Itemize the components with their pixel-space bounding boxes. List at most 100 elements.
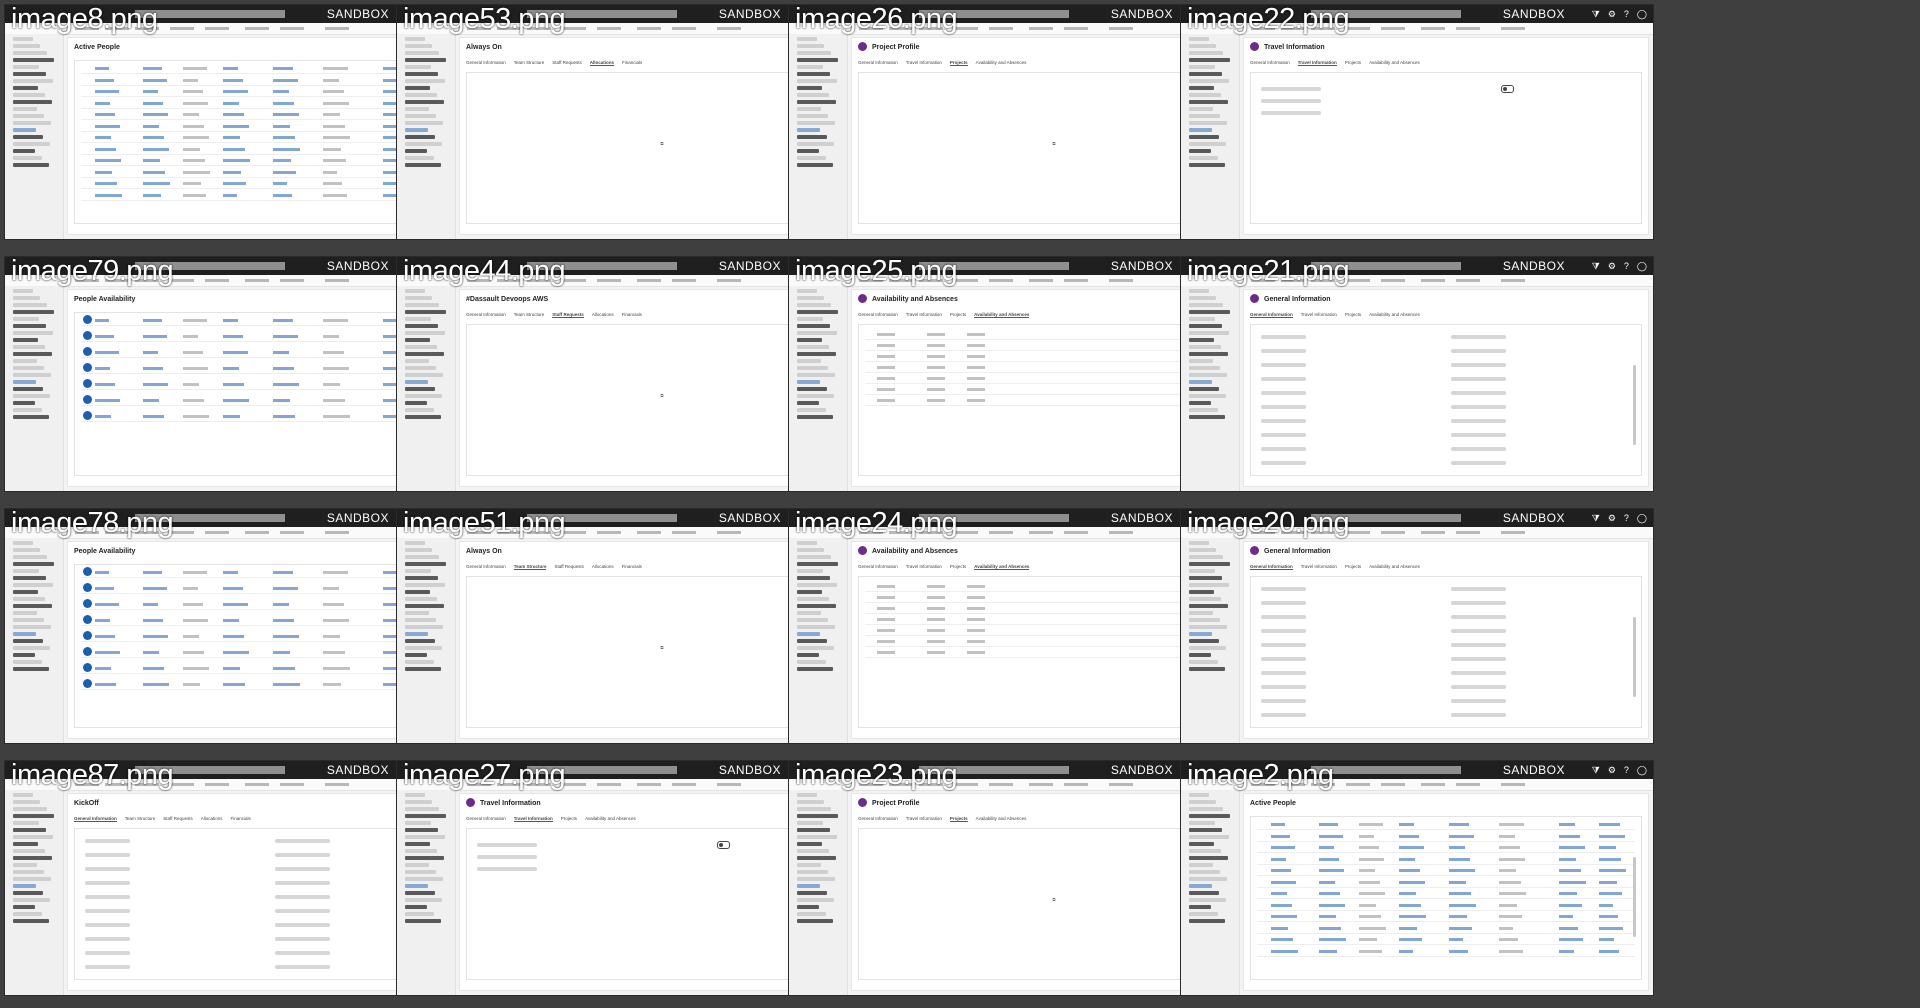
form-field[interactable] [275, 965, 330, 969]
nav-item[interactable] [797, 807, 831, 811]
nav-item[interactable] [797, 65, 823, 69]
command-button[interactable] [1456, 27, 1480, 30]
command-button[interactable] [325, 279, 349, 282]
command-button[interactable] [717, 279, 741, 282]
form-field[interactable] [1451, 433, 1506, 437]
nav-item[interactable] [797, 884, 820, 888]
tab-item[interactable]: Financials [622, 312, 642, 318]
nav-item[interactable] [797, 408, 826, 412]
nav-item[interactable] [1189, 345, 1221, 349]
nav-item[interactable] [797, 555, 831, 559]
form-field[interactable] [1451, 447, 1506, 451]
nav-item[interactable] [13, 877, 51, 881]
nav-item[interactable] [13, 324, 46, 328]
nav-item[interactable] [1189, 576, 1222, 580]
nav-item[interactable] [797, 44, 824, 48]
nav-item[interactable] [1189, 667, 1225, 671]
nationality-field[interactable] [477, 867, 537, 871]
command-button[interactable] [1109, 531, 1133, 534]
command-button[interactable] [245, 783, 269, 786]
command-button[interactable] [637, 279, 661, 282]
nav-item[interactable] [405, 51, 439, 55]
nav-item[interactable] [405, 324, 438, 328]
nav-item[interactable] [797, 415, 833, 419]
form-field[interactable] [1261, 335, 1306, 339]
nav-item[interactable] [405, 597, 437, 601]
command-button[interactable] [1109, 27, 1133, 30]
nav-item[interactable] [13, 107, 37, 111]
form-field[interactable] [85, 867, 130, 871]
tab-item[interactable]: Financials [622, 564, 642, 570]
nav-item[interactable] [1189, 842, 1214, 846]
nav-item[interactable] [1189, 590, 1214, 594]
tab-item[interactable]: General Information [1250, 564, 1293, 570]
nav-item[interactable] [797, 114, 828, 118]
nav-item[interactable] [797, 289, 817, 293]
nav-item[interactable] [1189, 359, 1213, 363]
nav-item[interactable] [405, 310, 446, 314]
nav-item[interactable] [13, 891, 43, 895]
form-field[interactable] [1261, 699, 1306, 703]
nav-item[interactable] [1189, 324, 1222, 328]
nav-item[interactable] [1189, 366, 1220, 370]
form-field[interactable] [85, 951, 130, 955]
nav-item[interactable] [405, 149, 427, 153]
nav-item[interactable] [405, 835, 445, 839]
screenshot-thumbnail[interactable]: image21.png SANDBOX ⧩ ⚙? ◯ General Informatio… [1180, 256, 1654, 492]
nav-item[interactable] [797, 800, 824, 804]
nav-item[interactable] [797, 828, 830, 832]
form-field[interactable] [275, 923, 330, 927]
nav-item[interactable] [13, 338, 38, 342]
nav-item[interactable] [13, 359, 37, 363]
nav-item[interactable] [797, 625, 835, 629]
nav-item[interactable] [13, 548, 40, 552]
user-circle-icon[interactable]: ◯ [1637, 512, 1647, 524]
nav-item[interactable] [13, 555, 47, 559]
nav-item[interactable] [13, 590, 38, 594]
nav-item[interactable] [1189, 128, 1212, 132]
nav-item[interactable] [13, 583, 53, 587]
nav-item[interactable] [405, 667, 441, 671]
user-circle-icon[interactable]: ◯ [1637, 764, 1647, 776]
nav-item[interactable] [13, 814, 54, 818]
nav-item[interactable] [797, 142, 834, 146]
nav-item[interactable] [405, 625, 443, 629]
tab-item[interactable]: Travel Information [906, 312, 942, 318]
nav-item[interactable] [1189, 380, 1212, 384]
nav-item[interactable] [797, 380, 820, 384]
help-icon[interactable]: ? [1624, 260, 1629, 272]
nav-item[interactable] [1189, 618, 1220, 622]
nav-item[interactable] [797, 86, 822, 90]
scrollbar[interactable] [1633, 365, 1636, 445]
nav-item[interactable] [13, 884, 36, 888]
visa-field[interactable] [477, 855, 537, 859]
nav-item[interactable] [13, 646, 50, 650]
nav-item[interactable] [405, 121, 443, 125]
tab-item[interactable]: General Information [466, 60, 506, 66]
form-field[interactable] [85, 909, 130, 913]
nav-item[interactable] [13, 394, 50, 398]
nav-item[interactable] [405, 548, 432, 552]
nav-item[interactable] [13, 541, 33, 545]
command-button[interactable] [170, 27, 194, 30]
command-button[interactable] [1064, 279, 1088, 282]
tab-item[interactable]: Allocations [592, 312, 614, 318]
command-button[interactable] [954, 531, 978, 534]
nav-item[interactable] [405, 401, 427, 405]
nav-item[interactable] [13, 163, 49, 167]
nav-item[interactable] [1189, 646, 1226, 650]
nav-item[interactable] [405, 163, 441, 167]
nav-item[interactable] [405, 331, 445, 335]
form-field[interactable] [1451, 461, 1506, 465]
command-button[interactable] [1421, 783, 1445, 786]
form-field[interactable] [1451, 685, 1506, 689]
nav-item[interactable] [1189, 296, 1216, 300]
nav-item[interactable] [13, 408, 42, 412]
form-field[interactable] [1261, 405, 1306, 409]
nav-item[interactable] [13, 660, 42, 664]
form-field[interactable] [1451, 671, 1506, 675]
form-field[interactable] [1261, 461, 1306, 465]
nav-item[interactable] [13, 863, 37, 867]
nav-item[interactable] [1189, 800, 1216, 804]
nav-item[interactable] [405, 842, 430, 846]
